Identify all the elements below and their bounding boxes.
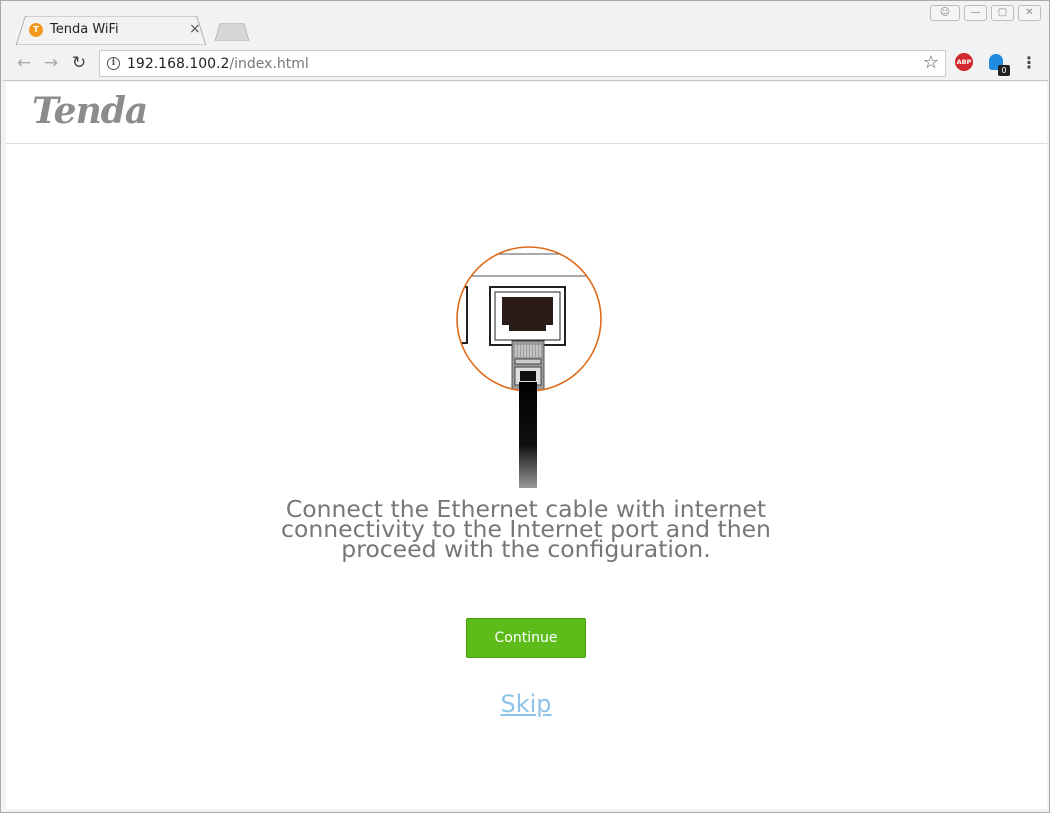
tab-title: Tenda WiFi	[50, 22, 119, 37]
page-header: Tenda	[6, 82, 1047, 144]
browser-window: T Tenda WiFi × ☺ — ▢ ✕ ← → ↻ i 192.168.1…	[0, 0, 1050, 813]
address-bar[interactable]: i 192.168.100.2/index.html ☆	[99, 50, 946, 77]
ethernet-port-illustration	[456, 246, 602, 488]
back-arrow-icon[interactable]: ←	[14, 53, 34, 73]
url-path: /index.html	[229, 56, 309, 72]
forward-arrow-icon[interactable]: →	[41, 53, 61, 73]
url-host: 192.168.100.2	[127, 56, 230, 72]
browser-toolbar: ← → ↻ i 192.168.100.2/index.html ☆	[2, 45, 1048, 81]
bookmark-star-icon[interactable]: ☆	[923, 53, 939, 73]
new-tab-button[interactable]	[215, 23, 249, 41]
tenda-favicon-icon: T	[29, 23, 43, 37]
url-text[interactable]: 192.168.100.2/index.html	[127, 56, 309, 72]
info-icon[interactable]: i	[107, 57, 120, 70]
browser-menu-icon[interactable]: ⋮	[1021, 53, 1037, 73]
ghostery-badge: 0	[998, 65, 1010, 76]
tab-strip: T Tenda WiFi × ☺ — ▢ ✕	[1, 1, 1049, 45]
ethernet-cable	[519, 382, 537, 488]
minimize-button[interactable]: —	[964, 5, 987, 21]
close-window-button[interactable]: ✕	[1018, 5, 1041, 21]
continue-button[interactable]: Continue	[466, 618, 586, 658]
reload-icon[interactable]: ↻	[69, 53, 89, 73]
page-viewport: Tenda Connect the Ethernet cable with in…	[6, 82, 1047, 809]
profile-icon[interactable]: ☺	[930, 5, 960, 21]
adblock-plus-icon[interactable]: ABP	[955, 53, 973, 71]
instruction-text: Connect the Ethernet cable with internet…	[226, 497, 826, 561]
tenda-logo: Tenda	[32, 90, 148, 132]
window-controls: ☺ — ▢ ✕	[930, 5, 1041, 23]
skip-link[interactable]: Skip	[466, 690, 586, 718]
maximize-button[interactable]: ▢	[991, 5, 1014, 21]
tab-close-icon[interactable]: ×	[189, 22, 201, 36]
